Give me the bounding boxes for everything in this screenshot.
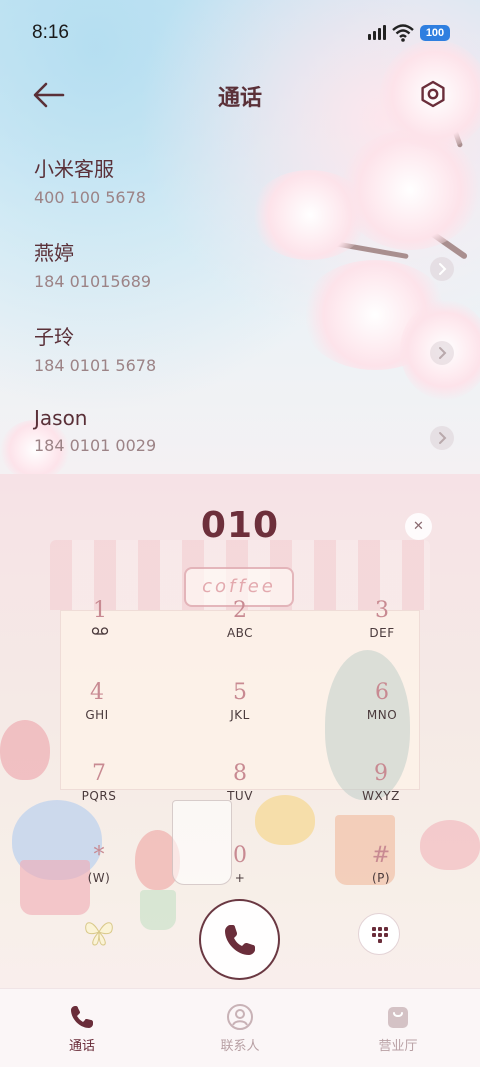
key-digit: 1 — [93, 598, 107, 623]
keypad-icon — [372, 927, 388, 943]
key-letters: PQRS — [81, 789, 117, 803]
voicemail-icon — [91, 627, 109, 635]
dial-key-4[interactable]: 4 GHI — [47, 680, 147, 750]
key-digit: 9 — [374, 761, 388, 786]
key-letters: JKL — [230, 708, 250, 722]
dial-key-2[interactable]: 2 ABC — [190, 598, 290, 668]
dial-key-5[interactable]: 5 JKL — [190, 680, 290, 750]
key-letters: WXYZ — [362, 789, 400, 803]
key-digit: 2 — [233, 598, 247, 623]
key-digit: 4 — [90, 680, 104, 705]
key-digit: 5 — [233, 680, 247, 705]
contact-number: 184 0101 0029 — [34, 436, 157, 455]
gear-icon — [421, 80, 445, 108]
contact-detail-button[interactable] — [430, 257, 454, 281]
dial-key-8[interactable]: 8 TUV — [190, 761, 290, 831]
key-letters: GHI — [85, 708, 109, 722]
contact-row[interactable]: 小米客服 400 100 5678 — [34, 153, 454, 213]
contact-row[interactable]: Jason 184 0101 0029 — [34, 406, 454, 466]
bottom-tab-bar: 通话 联系人 营业厅 — [0, 988, 480, 1067]
chevron-right-icon — [439, 263, 447, 275]
key-letters: (W) — [87, 871, 111, 885]
key-digit: 0 — [233, 843, 247, 868]
call-button[interactable] — [199, 899, 280, 980]
contact-number: 184 0101 5678 — [34, 356, 157, 375]
key-digit: 3 — [375, 598, 389, 623]
tab-service-hall[interactable]: 营业厅 — [318, 989, 478, 1067]
page-title: 通话 — [217, 86, 262, 111]
tab-calls[interactable]: 通话 — [2, 989, 162, 1067]
settings-button[interactable] — [418, 79, 448, 109]
phone-icon — [71, 1006, 93, 1028]
tab-label: 通话 — [68, 1039, 95, 1054]
contact-row[interactable]: 燕婷 184 01015689 — [34, 237, 454, 297]
contact-number: 400 100 5678 — [34, 188, 146, 207]
key-digit: 8 — [233, 761, 247, 786]
contact-name: 燕婷 — [34, 241, 74, 265]
contact-name: Jason — [34, 406, 88, 430]
close-icon: ✕ — [413, 519, 424, 534]
clear-input-button[interactable]: ✕ — [405, 513, 432, 540]
chevron-right-icon — [439, 432, 447, 444]
contact-row[interactable]: 子玲 184 0101 5678 — [34, 321, 454, 381]
dial-key-6[interactable]: 6 MNO — [332, 680, 432, 750]
key-digit: 7 — [92, 761, 106, 786]
flower-bush — [0, 720, 50, 780]
signal-icon — [368, 25, 386, 40]
contact-detail-button[interactable] — [430, 426, 454, 450]
key-letters: + — [234, 871, 246, 885]
wifi-icon — [392, 24, 414, 42]
key-letters: TUV — [227, 789, 253, 803]
key-letters: DEF — [369, 626, 395, 640]
key-digit: * — [93, 843, 105, 868]
shopping-bag-icon — [388, 1007, 408, 1028]
key-digit: 6 — [375, 680, 389, 705]
key-letters: MNO — [366, 708, 398, 722]
dial-key-hash[interactable]: # (P) — [331, 843, 431, 913]
contact-number: 184 01015689 — [34, 272, 152, 291]
status-bar: 8:16 100 — [0, 0, 480, 68]
contact-name: 子玲 — [34, 325, 74, 349]
chevron-right-icon — [439, 347, 447, 359]
phone-icon — [225, 925, 255, 955]
status-time: 8:16 — [32, 22, 69, 43]
dial-key-1[interactable]: 1 — [50, 598, 150, 668]
butterfly-icon — [85, 922, 113, 946]
key-letters: ABC — [226, 626, 254, 640]
dial-key-star[interactable]: * (W) — [49, 843, 149, 913]
keypad-toggle-button[interactable] — [358, 913, 400, 955]
dial-key-7[interactable]: 7 PQRS — [49, 761, 149, 831]
dial-key-9[interactable]: 9 WXYZ — [331, 761, 431, 831]
tab-contacts[interactable]: 联系人 — [160, 989, 320, 1067]
key-digit: # — [371, 843, 391, 868]
battery-indicator: 100 — [420, 25, 450, 41]
key-letters: (P) — [371, 871, 391, 885]
dial-key-3[interactable]: 3 DEF — [332, 598, 432, 668]
person-icon — [227, 1004, 253, 1030]
tab-label: 联系人 — [220, 1039, 260, 1054]
contact-detail-button[interactable] — [430, 341, 454, 365]
contact-name: 小米客服 — [34, 157, 114, 181]
tab-label: 营业厅 — [378, 1039, 418, 1054]
